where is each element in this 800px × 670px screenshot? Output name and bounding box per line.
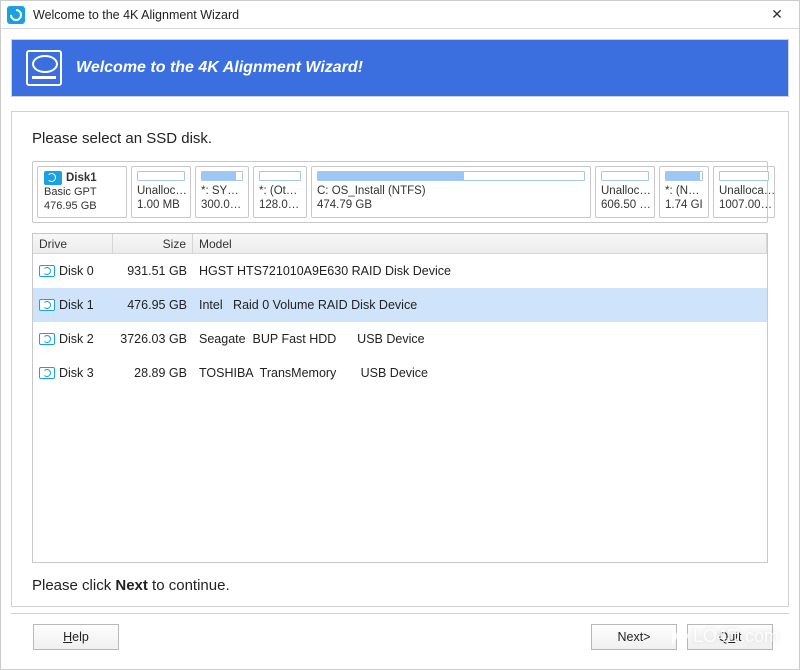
- partition-size: 128.0…: [259, 198, 301, 212]
- disk-head[interactable]: Disk1 Basic GPT 476.95 GB: [37, 166, 127, 218]
- titlebar: Welcome to the 4K Alignment Wizard ✕: [1, 1, 799, 29]
- drive-size: 476.95 GB: [113, 298, 193, 312]
- partition-block[interactable]: *: (N…1.74 GI: [659, 166, 709, 218]
- app-icon: [7, 6, 25, 24]
- wizard-icon: [26, 50, 62, 86]
- drive-model: HGST HTS721010A9E630 RAID Disk Device: [193, 264, 767, 278]
- partition-size: 1.00 MB: [137, 198, 185, 212]
- partition-label: C: OS_Install (NTFS): [317, 184, 585, 198]
- wizard-banner-title: Welcome to the 4K Alignment Wizard!: [76, 59, 363, 77]
- col-drive[interactable]: Drive: [33, 234, 113, 253]
- partition-size: 300.0…: [201, 198, 243, 212]
- partition-label: *: (N…: [665, 184, 703, 198]
- disk-icon: [44, 171, 62, 185]
- close-button[interactable]: ✕: [759, 2, 795, 28]
- help-button[interactable]: Help: [33, 624, 119, 650]
- instruction-text: Please select an SSD disk.: [32, 130, 768, 147]
- disk-icon: [39, 367, 55, 379]
- button-bar: Help Next> Quit: [11, 613, 789, 660]
- hint-text: Please click Next to continue.: [32, 577, 768, 594]
- drive-size: 931.51 GB: [113, 264, 193, 278]
- window-title: Welcome to the 4K Alignment Wizard: [33, 8, 759, 22]
- disk-head-name: Disk1: [66, 171, 97, 185]
- partition-block[interactable]: C: OS_Install (NTFS)474.79 GB: [311, 166, 591, 218]
- drive-name: Disk 3: [59, 366, 94, 380]
- disk-head-type: Basic GPT: [44, 185, 120, 199]
- drive-model: Seagate BUP Fast HDD USB Device: [193, 332, 767, 346]
- partition-label: *: SY…: [201, 184, 243, 198]
- partition-block[interactable]: Unalloca…1007.00…: [713, 166, 775, 218]
- partition-block[interactable]: *: (Ot…128.0…: [253, 166, 307, 218]
- drive-table-header: Drive Size Model: [33, 234, 767, 254]
- disk-icon: [39, 299, 55, 311]
- disk-icon: [39, 333, 55, 345]
- drive-row[interactable]: Disk 2 3726.03 GBSeagate BUP Fast HDD USB…: [33, 322, 767, 356]
- drive-name: Disk 2: [59, 332, 94, 346]
- wizard-banner: Welcome to the 4K Alignment Wizard!: [12, 40, 788, 96]
- partition-label: Unalloca…: [719, 184, 769, 198]
- drive-row[interactable]: Disk 3 28.89 GBTOSHIBA TransMemory USB De…: [33, 356, 767, 390]
- disk-layout-strip: Disk1 Basic GPT 476.95 GB Unalloc…1.00 M…: [32, 161, 768, 223]
- partition-size: 1007.00…: [719, 198, 769, 212]
- col-size[interactable]: Size: [113, 234, 193, 253]
- drive-model: TOSHIBA TransMemory USB Device: [193, 366, 767, 380]
- partition-block[interactable]: *: SY…300.0…: [195, 166, 249, 218]
- drive-model: Intel Raid 0 Volume RAID Disk Device: [193, 298, 767, 312]
- drive-name: Disk 0: [59, 264, 94, 278]
- partition-block[interactable]: Unalloc…606.50 …: [595, 166, 655, 218]
- partition-label: *: (Ot…: [259, 184, 301, 198]
- partition-size: 606.50 …: [601, 198, 649, 212]
- drive-row[interactable]: Disk 0 931.51 GBHGST HTS721010A9E630 RAID…: [33, 254, 767, 288]
- drive-size: 28.89 GB: [113, 366, 193, 380]
- partition-label: Unalloc…: [601, 184, 649, 198]
- col-model[interactable]: Model: [193, 234, 767, 253]
- partition-size: 1.74 GI: [665, 198, 703, 212]
- drive-table: Drive Size Model Disk 0 931.51 GBHGST HTS…: [32, 233, 768, 563]
- partition-block[interactable]: Unalloc…1.00 MB: [131, 166, 191, 218]
- disk-head-size: 476.95 GB: [44, 199, 120, 213]
- disk-icon: [39, 265, 55, 277]
- partition-label: Unalloc…: [137, 184, 185, 198]
- drive-name: Disk 1: [59, 298, 94, 312]
- quit-button[interactable]: Quit: [687, 624, 773, 650]
- drive-row[interactable]: Disk 1 476.95 GBIntel Raid 0 Volume RAID …: [33, 288, 767, 322]
- partition-size: 474.79 GB: [317, 198, 585, 212]
- drive-size: 3726.03 GB: [113, 332, 193, 346]
- next-button[interactable]: Next>: [591, 624, 677, 650]
